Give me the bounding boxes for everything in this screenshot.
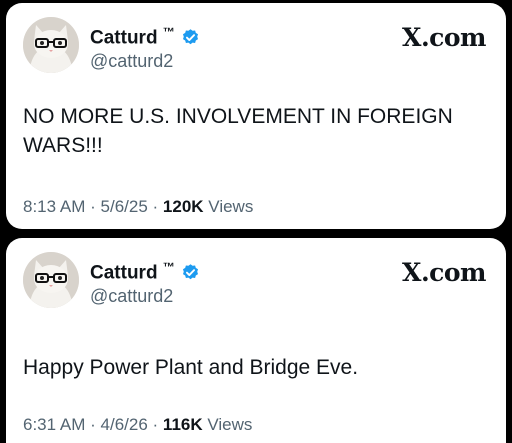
author-row: Catturd ™ (90, 25, 200, 49)
brand-logo: X.com (402, 258, 486, 287)
tweet-text: Happy Power Plant and Bridge Eve. (23, 356, 359, 379)
author-row: Catturd ™ (90, 260, 200, 284)
tweet-text: NO MORE U.S. INVOLVEMENT IN FOREIGN WARS… (23, 105, 453, 157)
meta-separator: · (90, 197, 96, 216)
cat-avatar-icon (23, 17, 79, 73)
meta-separator: · (152, 197, 159, 216)
views-count[interactable]: 116K (163, 415, 203, 434)
avatar[interactable] (23, 17, 79, 73)
tweet-date[interactable]: 5/6/25 (101, 197, 148, 216)
views-count[interactable]: 120K (163, 197, 204, 216)
meta-separator: · (152, 415, 159, 434)
tweet-meta: 8:13 AM · 5/6/25 · 120K Views (23, 197, 253, 217)
verified-badge-icon (182, 28, 198, 44)
views-label: Views (207, 415, 253, 434)
author-handle[interactable]: @catturd2 (90, 286, 173, 307)
tweet-time[interactable]: 8:13 AM (23, 197, 85, 216)
avatar[interactable] (23, 252, 79, 308)
tweet-time[interactable]: 6:31 AM (23, 415, 85, 434)
verified-badge-icon (182, 263, 198, 279)
brand-logo: X.com (402, 23, 486, 52)
author-name[interactable]: Catturd ™ (90, 25, 175, 49)
author-handle[interactable]: @catturd2 (90, 51, 173, 72)
author-name[interactable]: Catturd ™ (90, 260, 175, 284)
views-label: Views (208, 197, 254, 216)
cat-avatar-icon (23, 252, 79, 308)
meta-separator: · (90, 415, 96, 434)
tweet-meta: 6:31 AM · 4/6/26 · 116K Views (23, 415, 252, 435)
tweet-card: Catturd ™ @catturd2 X.com NO MORE U.S. I… (6, 3, 506, 229)
tweet-card: Catturd ™ @catturd2 X.com Happy Power Pl… (6, 238, 506, 443)
tweet-date[interactable]: 4/6/26 (101, 415, 148, 434)
